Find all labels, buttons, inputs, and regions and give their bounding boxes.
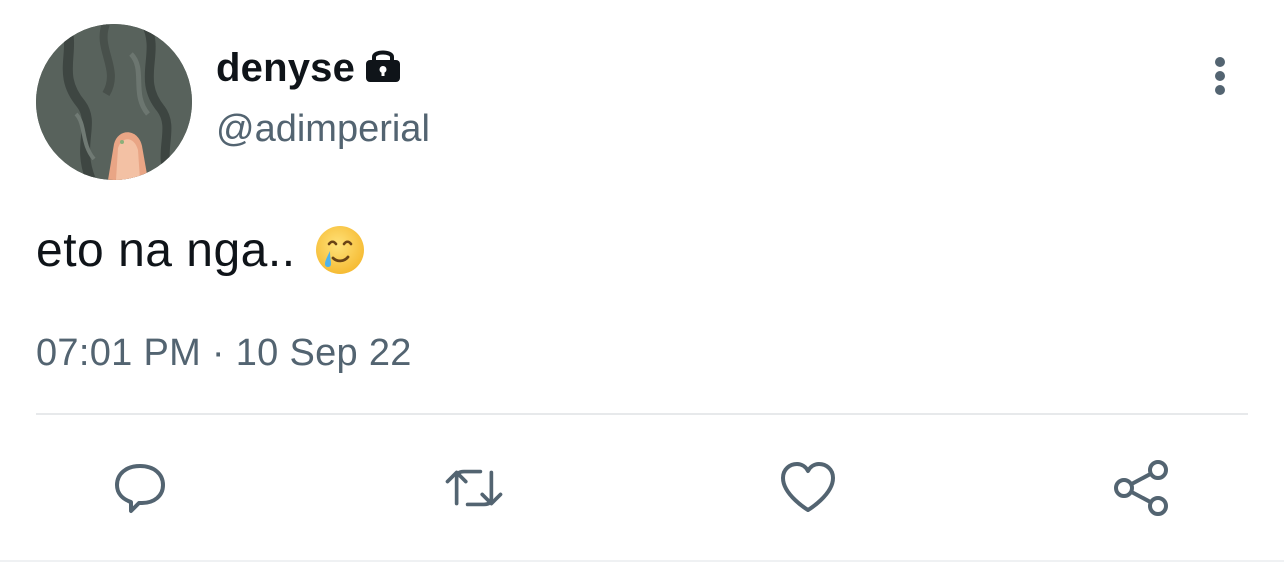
smiling-face-with-tear-icon — [314, 224, 366, 276]
display-name[interactable]: denyse — [216, 46, 355, 91]
tweet-body: eto na nga.. — [36, 218, 366, 282]
more-vertical-icon — [1215, 57, 1225, 95]
share-button[interactable] — [1110, 456, 1174, 520]
tweet-timestamp[interactable]: 07:01 PM · 10 Sep 22 — [36, 332, 412, 375]
like-button[interactable] — [776, 456, 840, 520]
tweet-text: eto na nga.. — [36, 223, 296, 277]
bottom-divider — [0, 560, 1284, 562]
avatar[interactable] — [36, 24, 192, 180]
more-options-button[interactable] — [1198, 52, 1242, 100]
reply-button[interactable] — [108, 456, 172, 520]
reply-icon — [115, 464, 165, 513]
author-handle[interactable]: @adimperial — [216, 108, 430, 151]
avatar-image — [36, 24, 192, 180]
share-icon — [1114, 460, 1168, 516]
retweet-button[interactable] — [442, 456, 506, 520]
lock-icon — [363, 46, 403, 84]
author-name-row: denyse — [216, 40, 403, 96]
divider — [36, 413, 1248, 415]
tweet-card: denyse @adimperial eto na nga.. 07:01 PM… — [0, 0, 1284, 579]
retweet-icon — [445, 469, 503, 507]
heart-icon — [781, 462, 835, 512]
